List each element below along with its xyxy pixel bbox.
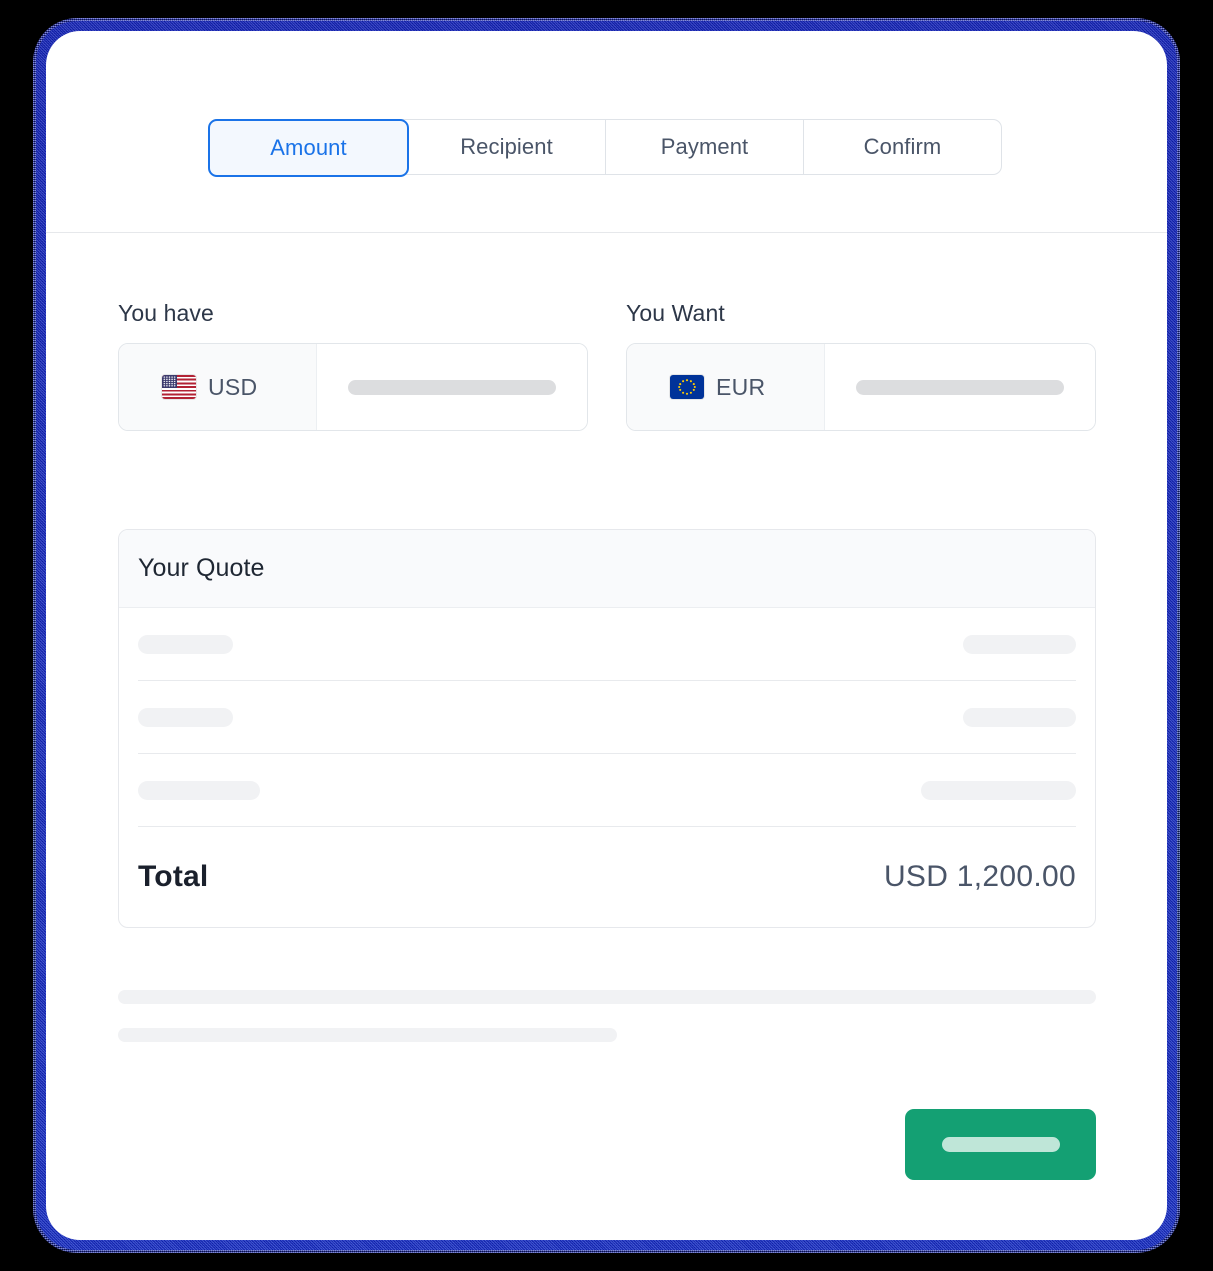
tab-recipient-label: Recipient: [460, 134, 553, 159]
cta-container: [118, 1109, 1096, 1180]
source-amount-field: USD: [118, 343, 588, 431]
source-amount-input[interactable]: [317, 344, 587, 430]
currency-exchange-row: You have USD You Want EUR: [118, 300, 1096, 431]
continue-button[interactable]: [905, 1109, 1096, 1180]
tab-confirm-label: Confirm: [863, 134, 942, 159]
us-flag-icon: [162, 375, 196, 399]
quote-row: [138, 681, 1076, 754]
screen-background: Amount Recipient Payment Confirm You hav…: [0, 0, 1213, 1271]
target-currency-selector[interactable]: EUR: [627, 344, 825, 430]
you-want-label: You Want: [626, 300, 725, 326]
tab-payment[interactable]: Payment: [606, 120, 804, 174]
tab-payment-label: Payment: [660, 134, 749, 159]
quote-row-list: [119, 608, 1095, 827]
tab-recipient[interactable]: Recipient: [408, 120, 606, 174]
tab-confirm[interactable]: Confirm: [804, 120, 1001, 174]
footer-note-line-2-skeleton: [118, 1028, 617, 1042]
wizard-step-tabs: Amount Recipient Payment Confirm: [208, 119, 1002, 177]
quote-row: [138, 754, 1076, 827]
quote-row-value-skeleton: [963, 634, 1076, 654]
target-amount-input[interactable]: [825, 344, 1095, 430]
footer-note: [118, 990, 1096, 1042]
quote-row-value-skeleton: [921, 780, 1076, 800]
tab-amount[interactable]: Amount: [208, 119, 409, 177]
you-have-label: You have: [118, 300, 214, 326]
target-currency-group: You Want EUR: [626, 300, 1096, 431]
source-currency-group: You have USD: [118, 300, 588, 431]
target-amount-field: EUR: [626, 343, 1096, 431]
source-amount-skeleton: [348, 379, 556, 395]
source-currency-code: USD: [208, 373, 258, 400]
total-value: USD 1,200.00: [883, 860, 1076, 893]
quote-row-value-skeleton: [963, 707, 1076, 727]
wizard-header: Amount Recipient Payment Confirm: [46, 31, 1167, 233]
quote-row: [138, 608, 1076, 681]
quote-card-header: Your Quote: [119, 530, 1095, 608]
transfer-wizard-card: Amount Recipient Payment Confirm You hav…: [46, 31, 1167, 1240]
eu-flag-icon: [670, 375, 704, 399]
quote-total-row: Total USD 1,200.00: [119, 827, 1095, 927]
quote-row-label-skeleton: [138, 780, 260, 800]
target-amount-skeleton: [856, 379, 1064, 395]
wizard-body: You have USD You Want EUR Your Quote Tot…: [46, 233, 1167, 1240]
tab-amount-label: Amount: [270, 135, 347, 160]
total-label: Total: [138, 860, 209, 893]
quote-card: Your Quote Total USD 1,200.00: [118, 529, 1096, 928]
footer-note-line-1-skeleton: [118, 990, 1096, 1004]
source-currency-selector[interactable]: USD: [119, 344, 317, 430]
target-currency-code: EUR: [716, 373, 766, 400]
continue-button-label-skeleton: [941, 1137, 1060, 1152]
quote-row-label-skeleton: [138, 634, 233, 654]
quote-title: Your Quote: [138, 554, 265, 582]
quote-row-label-skeleton: [138, 707, 233, 727]
